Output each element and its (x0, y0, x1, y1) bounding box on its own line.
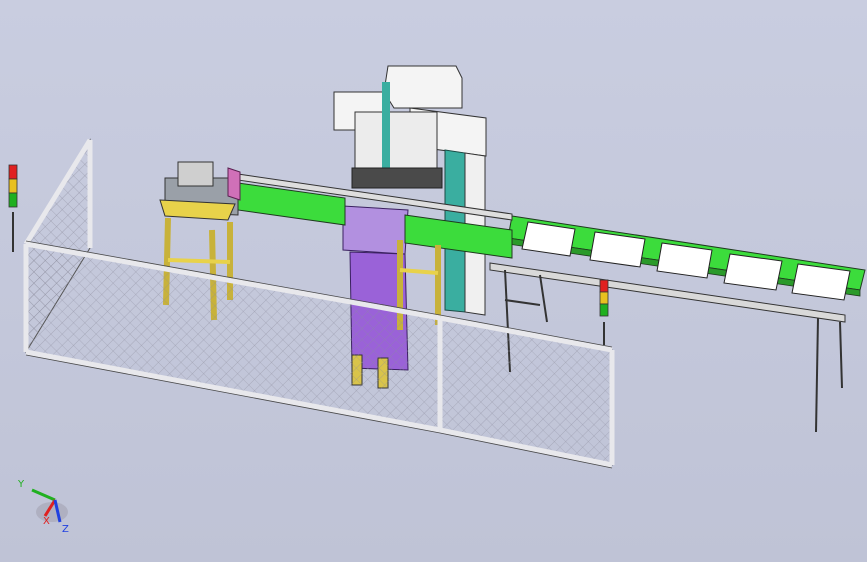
z-axis-label: Z (62, 524, 69, 535)
cad-viewport[interactable]: Y X Z (0, 0, 867, 562)
y-axis-label: Y (17, 479, 25, 490)
orientation-triad: Y X Z (17, 479, 69, 535)
x-axis-label: X (43, 516, 50, 527)
signal-tower-right[interactable] (599, 279, 609, 345)
assembly-model[interactable] (0, 0, 867, 562)
signal-tower-left[interactable] (8, 164, 18, 252)
y-axis-arrow (31, 488, 56, 502)
